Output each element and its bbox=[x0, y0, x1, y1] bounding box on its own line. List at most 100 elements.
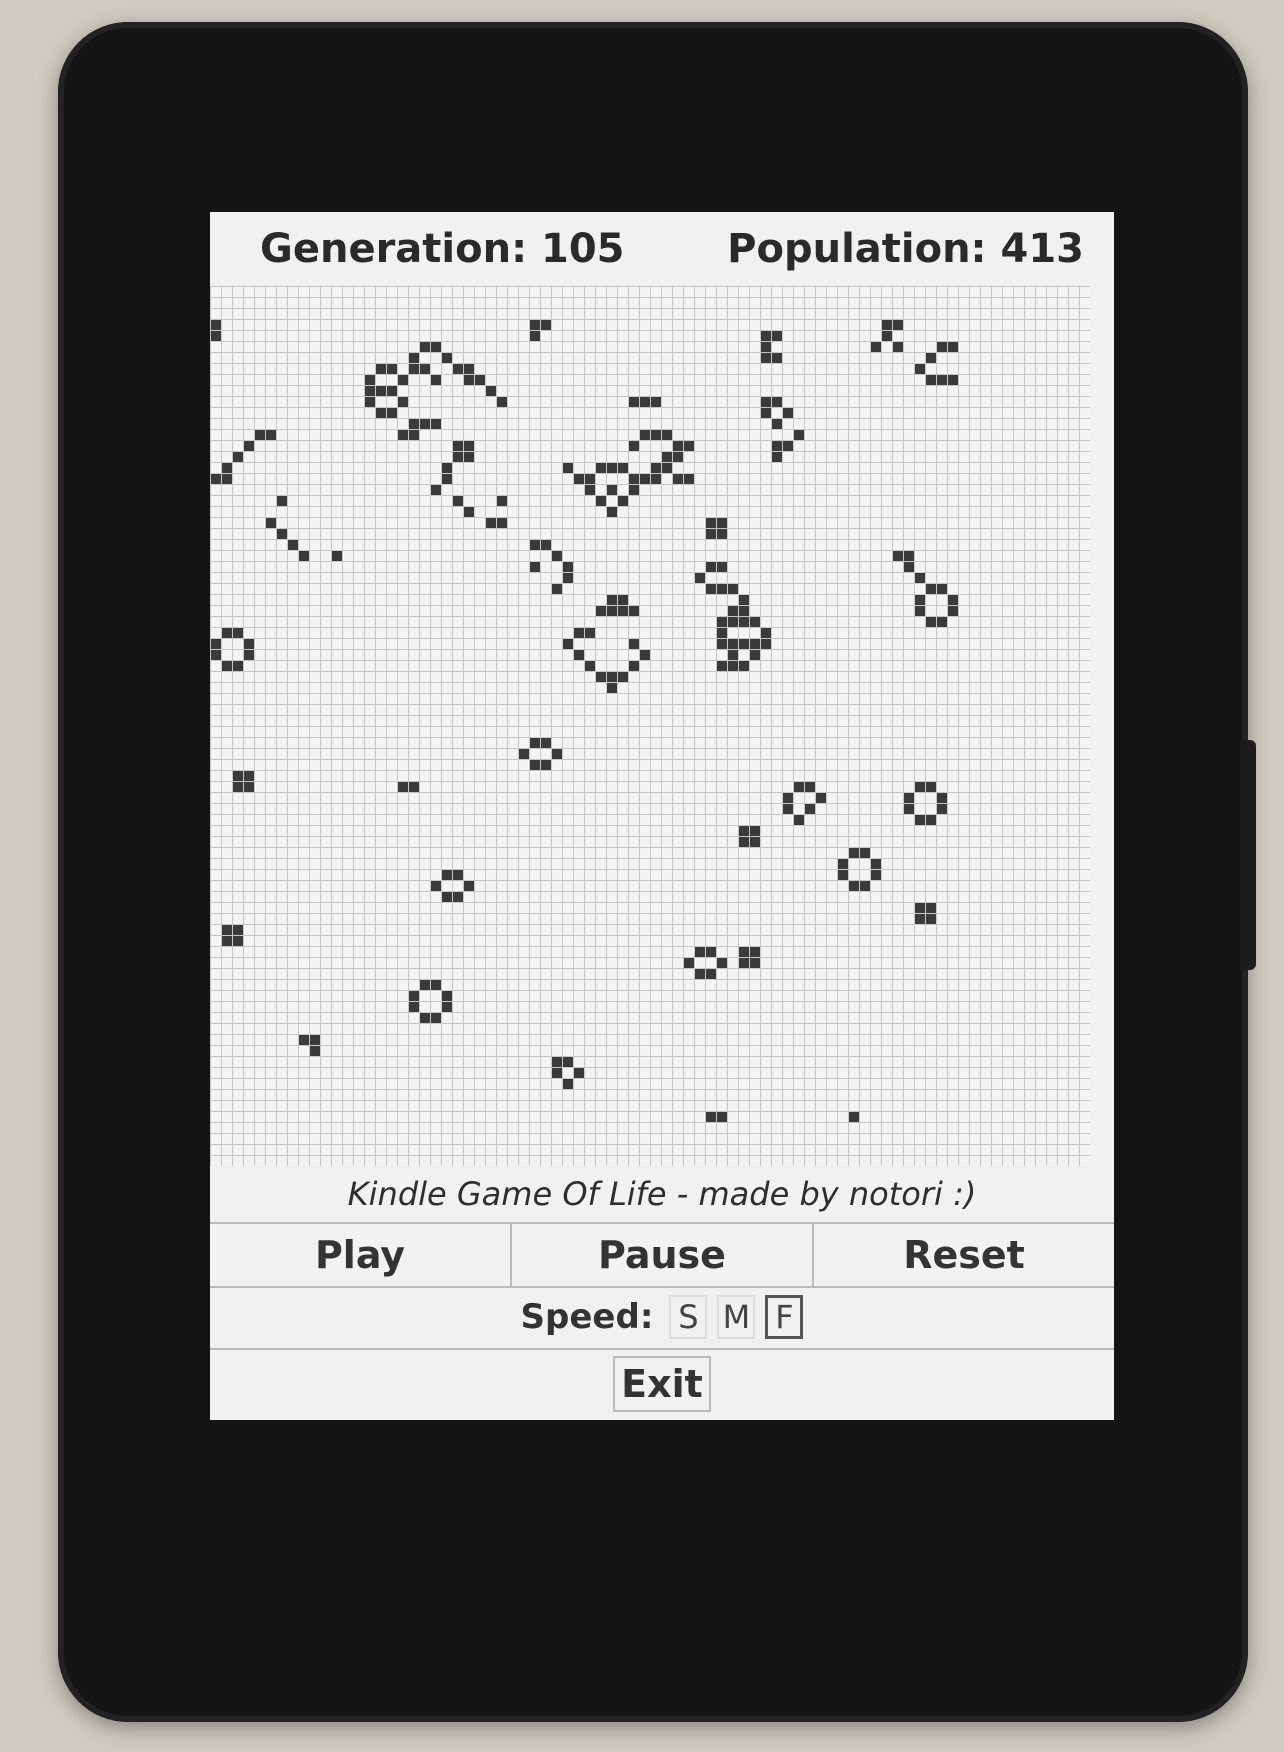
live-cell bbox=[398, 430, 408, 440]
live-cell bbox=[728, 584, 738, 594]
live-cell bbox=[684, 474, 694, 484]
live-cell bbox=[728, 650, 738, 660]
live-cell bbox=[948, 606, 958, 616]
live-cell bbox=[409, 430, 419, 440]
live-cell bbox=[805, 782, 815, 792]
play-button[interactable]: Play bbox=[210, 1224, 512, 1286]
live-cell bbox=[739, 958, 749, 968]
live-cell bbox=[750, 947, 760, 957]
live-cell bbox=[640, 397, 650, 407]
live-cell bbox=[233, 936, 243, 946]
live-cell bbox=[717, 1112, 727, 1122]
live-cell bbox=[530, 540, 540, 550]
live-cell bbox=[222, 925, 232, 935]
live-cell bbox=[915, 595, 925, 605]
live-cell bbox=[596, 606, 606, 616]
live-cell bbox=[849, 1112, 859, 1122]
live-cell bbox=[464, 452, 474, 462]
live-cell bbox=[926, 782, 936, 792]
live-cell bbox=[739, 661, 749, 671]
live-cell bbox=[860, 848, 870, 858]
live-cell bbox=[431, 485, 441, 495]
live-cell bbox=[519, 749, 529, 759]
live-cell bbox=[530, 738, 540, 748]
live-cell bbox=[310, 1046, 320, 1056]
live-cell bbox=[629, 397, 639, 407]
live-cell bbox=[651, 463, 661, 473]
live-cell bbox=[233, 771, 243, 781]
live-cell bbox=[387, 408, 397, 418]
live-cell bbox=[849, 848, 859, 858]
live-cell bbox=[673, 474, 683, 484]
live-cell bbox=[772, 419, 782, 429]
live-cell bbox=[365, 397, 375, 407]
live-cell bbox=[431, 342, 441, 352]
live-cell bbox=[486, 518, 496, 528]
live-cell bbox=[937, 375, 947, 385]
live-cell bbox=[706, 1112, 716, 1122]
live-cell bbox=[596, 496, 606, 506]
live-cell bbox=[607, 463, 617, 473]
live-cell bbox=[629, 441, 639, 451]
live-cell bbox=[717, 661, 727, 671]
pause-button[interactable]: Pause bbox=[512, 1224, 814, 1286]
live-cell bbox=[651, 430, 661, 440]
live-cell bbox=[739, 595, 749, 605]
live-cell bbox=[585, 628, 595, 638]
live-cell bbox=[783, 793, 793, 803]
live-cell bbox=[277, 529, 287, 539]
live-cell bbox=[761, 397, 771, 407]
live-cell bbox=[904, 562, 914, 572]
live-cell bbox=[222, 628, 232, 638]
live-cell bbox=[717, 529, 727, 539]
live-cell bbox=[618, 496, 628, 506]
live-cell bbox=[233, 661, 243, 671]
live-cell bbox=[618, 606, 628, 616]
generation-label: Generation: bbox=[260, 226, 528, 272]
live-cell bbox=[761, 342, 771, 352]
reset-button[interactable]: Reset bbox=[814, 1224, 1114, 1286]
generation-counter: Generation: 105 bbox=[260, 226, 625, 272]
live-cell bbox=[673, 452, 683, 462]
exit-button[interactable]: Exit bbox=[613, 1356, 711, 1412]
live-cell bbox=[211, 650, 221, 660]
live-cell bbox=[409, 782, 419, 792]
live-cell bbox=[706, 969, 716, 979]
live-cell bbox=[629, 661, 639, 671]
live-cell bbox=[717, 617, 727, 627]
speed-medium-option[interactable]: M bbox=[717, 1295, 756, 1339]
live-cell bbox=[332, 551, 342, 561]
speed-slow-option[interactable]: S bbox=[669, 1295, 708, 1339]
live-cell bbox=[607, 485, 617, 495]
live-cell bbox=[794, 430, 804, 440]
live-cell bbox=[904, 804, 914, 814]
live-cell bbox=[783, 441, 793, 451]
live-cell bbox=[728, 606, 738, 616]
live-cell bbox=[442, 991, 452, 1001]
live-cell bbox=[717, 639, 727, 649]
live-cell bbox=[497, 518, 507, 528]
live-cell bbox=[552, 1057, 562, 1067]
live-cell bbox=[772, 452, 782, 462]
live-cell bbox=[431, 375, 441, 385]
live-cell bbox=[266, 430, 276, 440]
live-cell bbox=[563, 1057, 573, 1067]
live-cell bbox=[772, 331, 782, 341]
control-bar: Play Pause Reset bbox=[210, 1222, 1114, 1288]
live-cell bbox=[618, 463, 628, 473]
generation-value: 105 bbox=[541, 226, 625, 272]
speed-fast-option[interactable]: F bbox=[765, 1295, 804, 1339]
live-cell bbox=[453, 870, 463, 880]
life-grid[interactable] bbox=[210, 286, 1090, 1166]
live-cell bbox=[915, 573, 925, 583]
live-cell bbox=[926, 903, 936, 913]
live-cell bbox=[255, 430, 265, 440]
live-cell bbox=[706, 584, 716, 594]
live-cell bbox=[816, 793, 826, 803]
live-cell bbox=[838, 870, 848, 880]
live-cell bbox=[288, 540, 298, 550]
live-cell bbox=[222, 474, 232, 484]
live-cell bbox=[233, 782, 243, 792]
live-cell bbox=[299, 551, 309, 561]
live-cell bbox=[739, 606, 749, 616]
